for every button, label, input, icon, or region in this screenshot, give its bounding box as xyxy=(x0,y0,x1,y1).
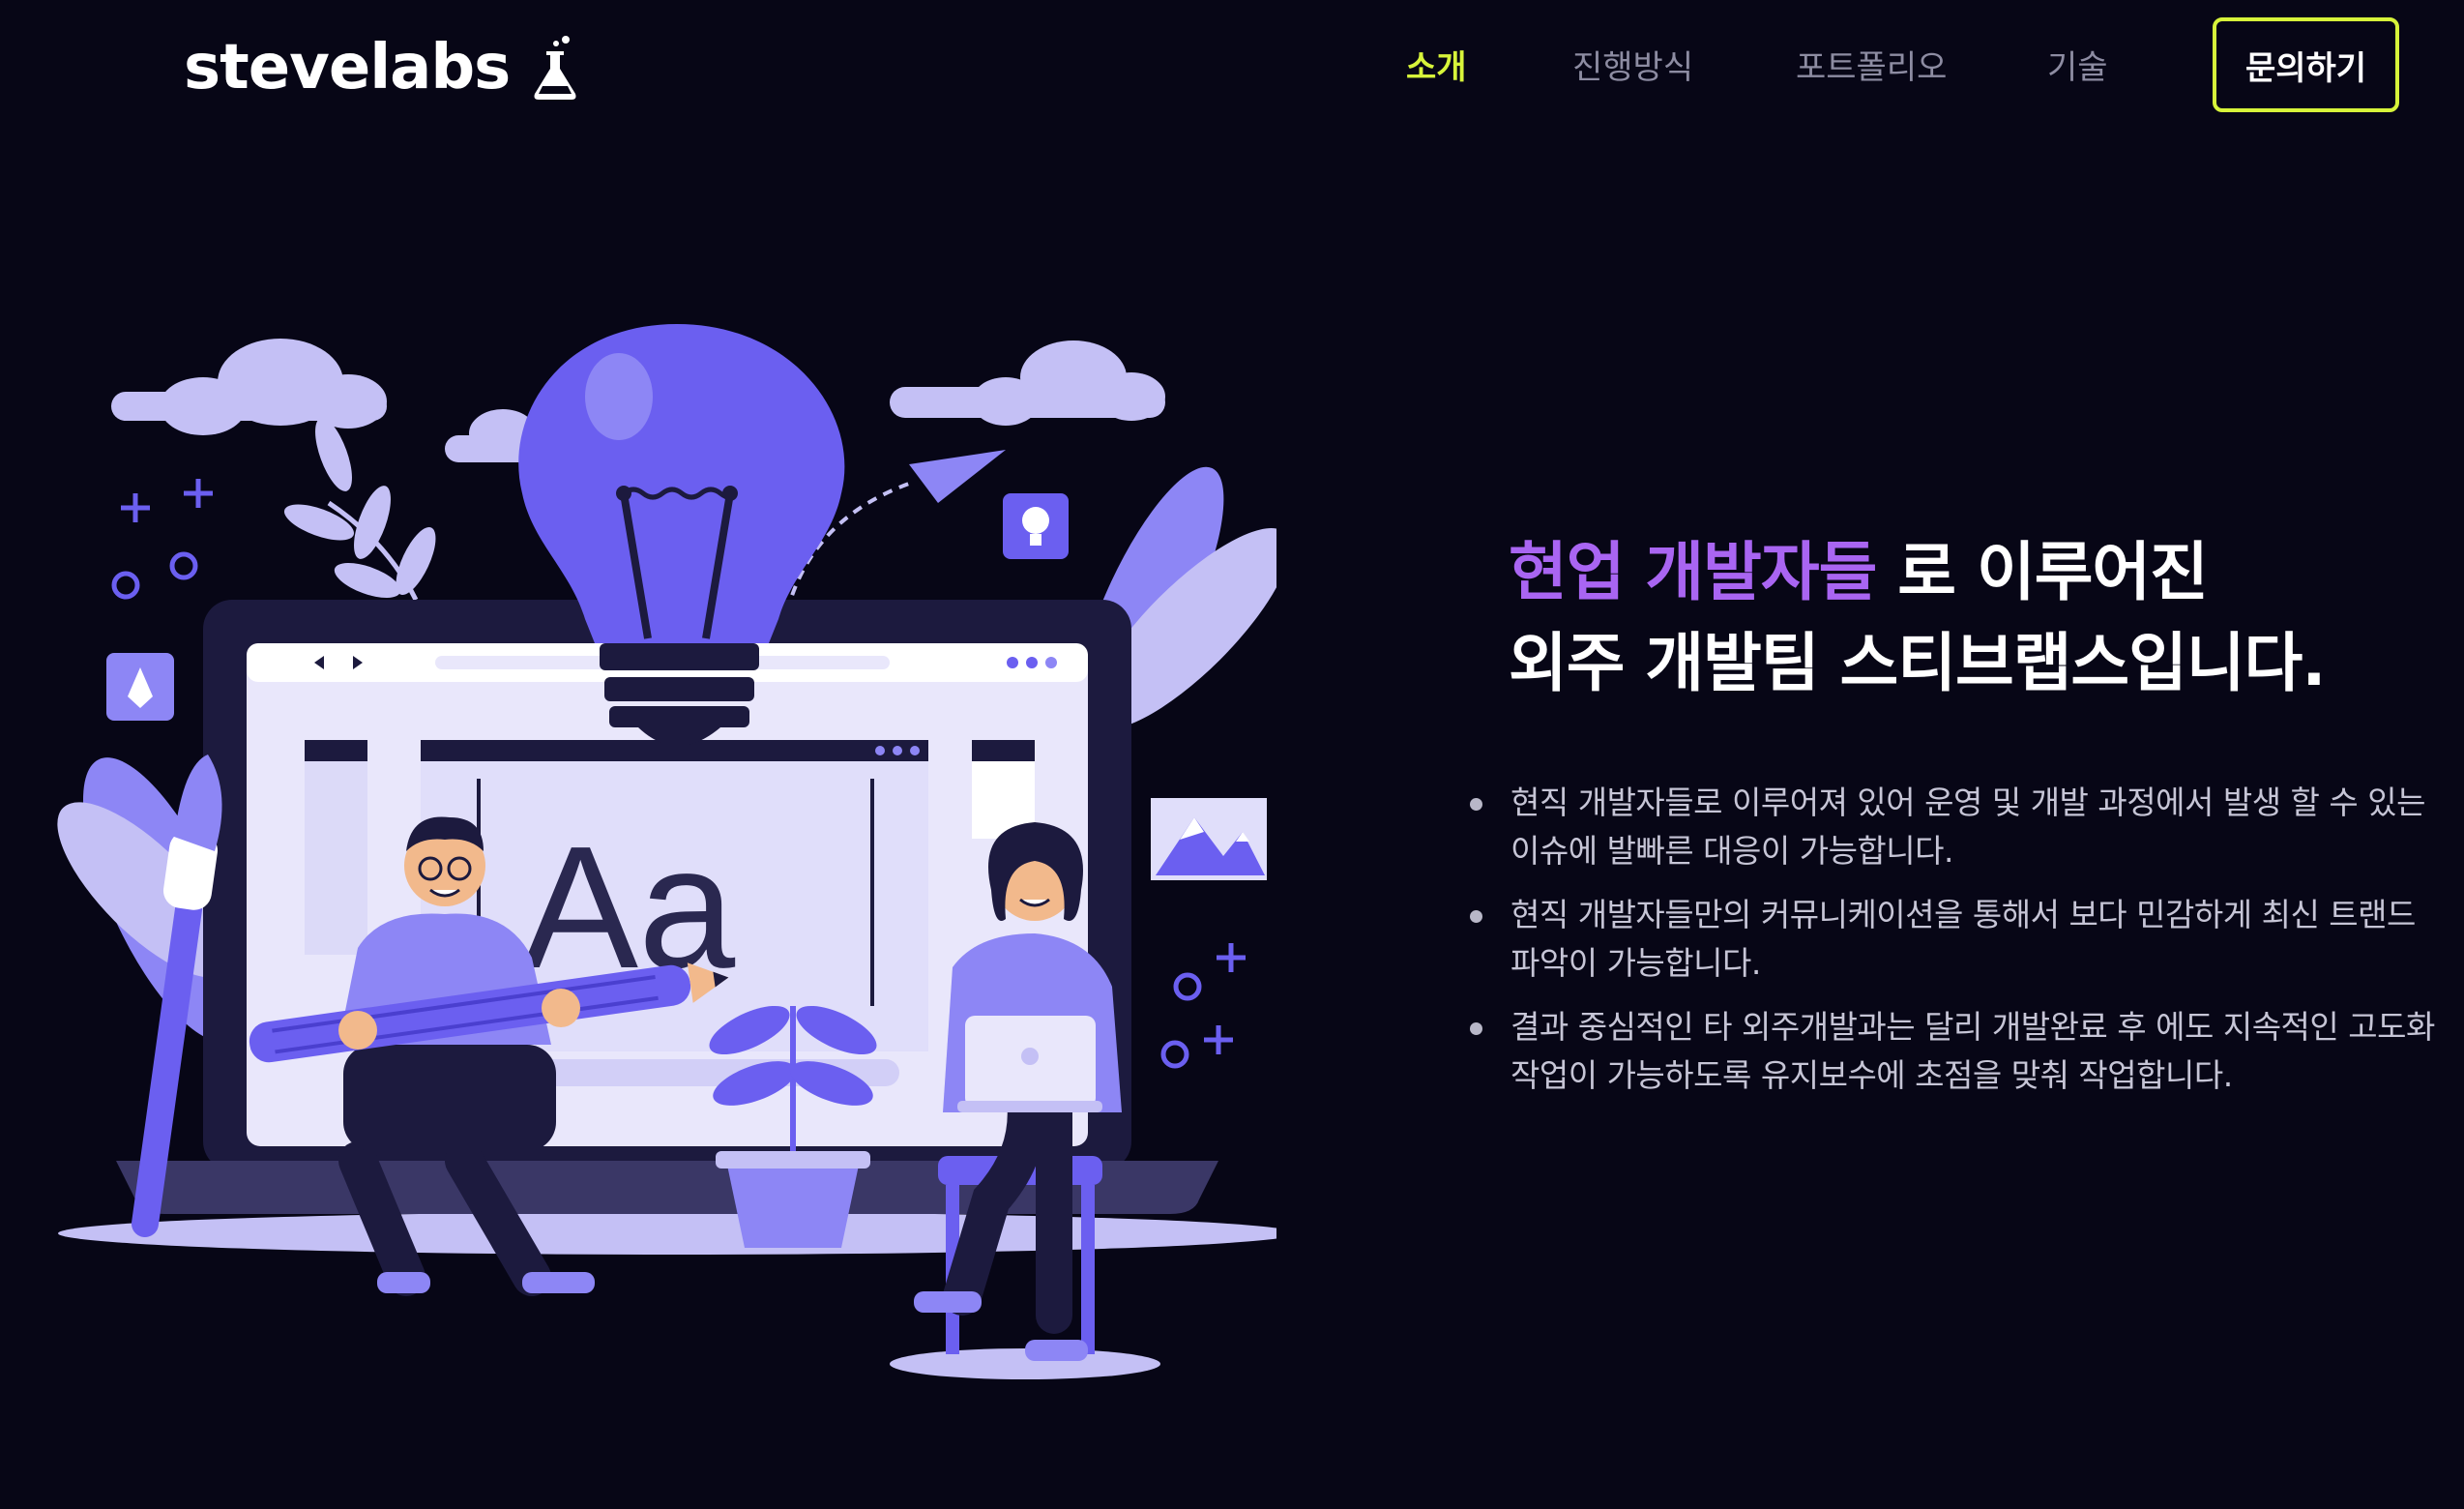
list-item: 결과 중심적인 타 외주개발과는 달리 개발완료 후 에도 지속적인 고도화 작… xyxy=(1470,1003,2447,1100)
hero-headline: 현업 개발자들 로 이루어진 외주 개발팀 스티브랩스입니다. xyxy=(1509,527,2437,709)
paper-plane-icon xyxy=(909,450,1006,503)
nav-item-intro[interactable]: 소개 xyxy=(1406,39,1467,97)
headline-rest: 로 이루어진 xyxy=(1876,535,2209,609)
cloud-icon xyxy=(111,339,387,435)
cloud-icon xyxy=(890,340,1165,426)
headline-accent: 현업 개발자들 xyxy=(1509,535,1877,609)
hero-text: 현업 개발자들 로 이루어진 외주 개발팀 스티브랩스입니다. xyxy=(1509,527,2437,709)
feature-list: 현직 개발자들로 이루어져 있어 운영 및 개발 과정에서 발생 할 수 있는 … xyxy=(1470,779,2447,1115)
nav-item-process[interactable]: 진행방식 xyxy=(1572,39,1693,97)
headline-line-2: 외주 개발팀 스티브랩스입니다. xyxy=(1509,626,2326,700)
main-nav: 소개 진행방식 포트폴리오 기술 xyxy=(0,39,2464,97)
contact-button[interactable]: 문의하기 xyxy=(2213,17,2399,112)
sparkle-icon xyxy=(111,479,213,600)
hero-illustration: Aa xyxy=(57,324,1276,1379)
landing-page: stevelabs 소개 진행방식 포트폴리오 기술 문의하기 Aa 현업 개발… xyxy=(0,0,2464,1509)
list-item: 현직 개발자들만의 커뮤니케이션을 통해서 보다 민감하게 최신 트랜드 파악이… xyxy=(1470,891,2447,988)
nav-item-portfolio[interactable]: 포트폴리오 xyxy=(1796,39,1947,97)
headline-line-1: 현업 개발자들 로 이루어진 xyxy=(1509,535,2209,609)
leaf-icon xyxy=(283,418,436,602)
list-item: 현직 개발자들로 이루어져 있어 운영 및 개발 과정에서 발생 할 수 있는 … xyxy=(1470,779,2447,875)
sparkle-icon xyxy=(1160,943,1246,1069)
nav-item-tech[interactable]: 기술 xyxy=(2047,39,2108,97)
